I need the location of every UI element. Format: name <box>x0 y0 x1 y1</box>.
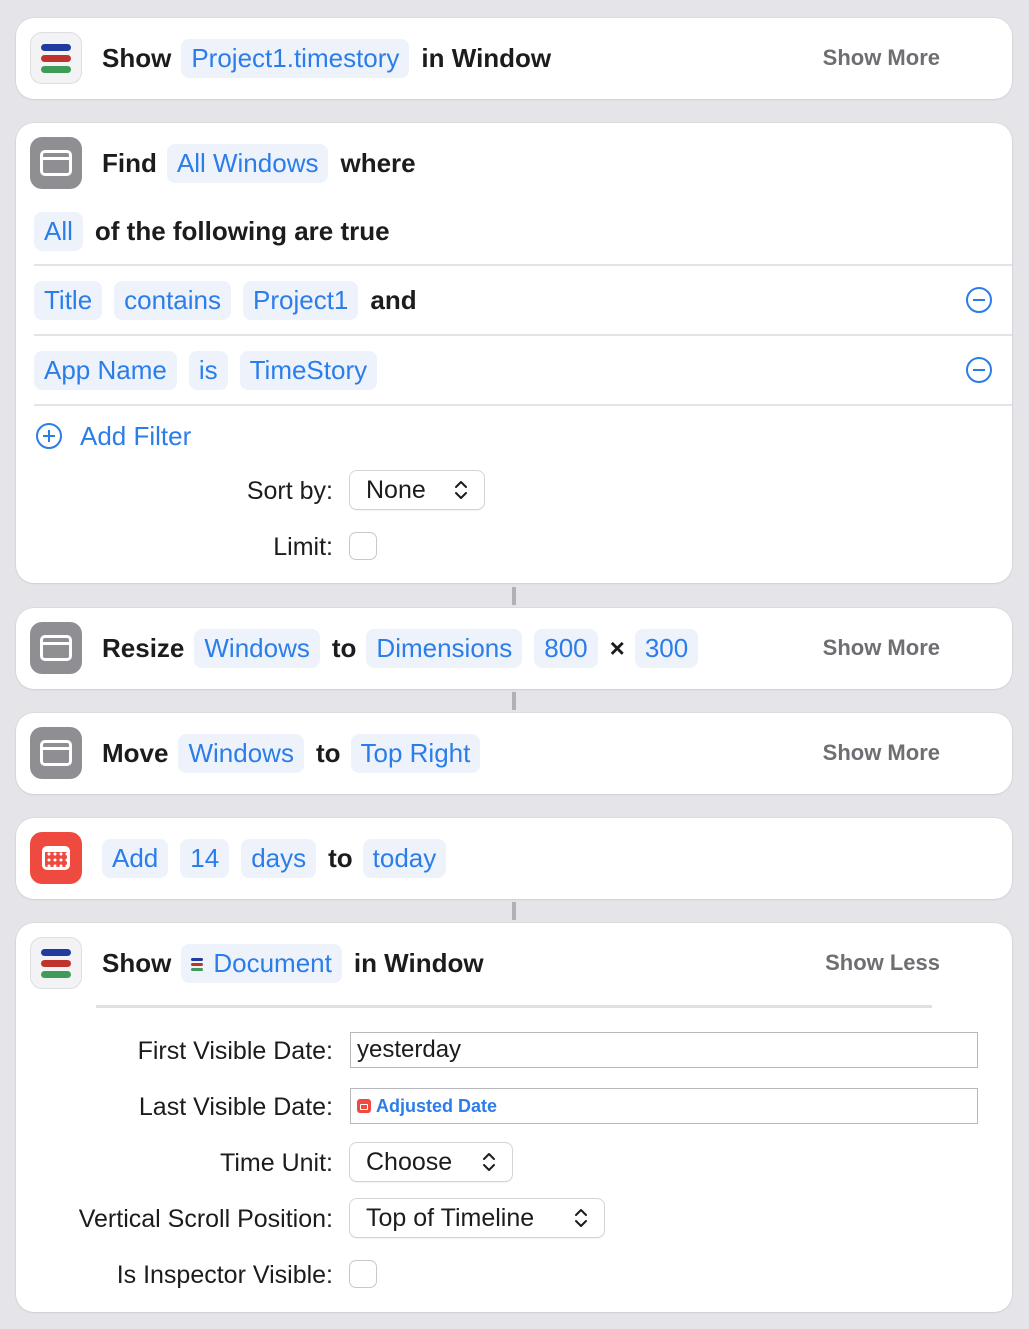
divider <box>34 404 1012 406</box>
document-variable-token[interactable]: Document <box>181 943 342 983</box>
filter-conjunction: and <box>370 284 417 315</box>
filter-value-token[interactable]: Project1 <box>243 280 359 320</box>
width-token[interactable]: 800 <box>534 628 598 668</box>
height-token[interactable]: 300 <box>634 628 699 668</box>
window-icon <box>30 622 82 674</box>
vertical-scroll-position-value: Top of Timeline <box>366 1203 535 1232</box>
timestory-app-icon <box>30 937 82 989</box>
adjusted-date-label: Adjusted Date <box>376 1095 498 1116</box>
section-divider <box>96 1005 932 1008</box>
action-move-windows-card: Move Windows to Top Right Show More <box>16 713 1012 794</box>
show-less-button[interactable]: Show Less <box>825 950 940 976</box>
filter-row: Title contains Project1 and <box>16 280 1012 320</box>
filter-value-token[interactable]: TimeStory <box>239 350 378 390</box>
show-more-button[interactable]: Show More <box>823 740 940 766</box>
action-verb: Find <box>102 147 157 178</box>
base-date-token[interactable]: today <box>362 838 447 878</box>
limit-checkbox[interactable] <box>349 532 377 560</box>
window-icon <box>30 727 82 779</box>
show-more-button[interactable]: Show More <box>823 45 940 71</box>
first-visible-date-value: yesterday <box>357 1036 462 1063</box>
connector-line <box>512 587 516 605</box>
action-find-windows-card: Find All Windows where All of the follow… <box>16 123 1012 583</box>
sort-by-popup[interactable]: None <box>349 470 485 510</box>
calendar-icon <box>30 832 82 884</box>
plus-circle-icon <box>36 423 62 449</box>
sort-by-label: Sort by: <box>246 477 333 505</box>
time-unit-popup[interactable]: Choose <box>349 1142 513 1182</box>
action-show-document-expanded-card: Show Document in Window Show Less First … <box>16 923 1012 1312</box>
action-resize-windows-card: Resize Windows to Dimensions 800 × 300 S… <box>16 608 1012 689</box>
time-unit-value: Choose <box>366 1147 453 1176</box>
vertical-scroll-position-popup[interactable]: Top of Timeline <box>349 1198 605 1238</box>
time-unit-label: Time Unit: <box>220 1149 333 1177</box>
first-visible-date-field[interactable]: yesterday <box>350 1032 978 1068</box>
show-more-button[interactable]: Show More <box>823 635 940 661</box>
document-variable-label: Document <box>213 947 332 978</box>
connector-line <box>512 902 516 920</box>
unit-token[interactable]: days <box>241 838 317 878</box>
target-token[interactable]: Windows <box>178 733 304 773</box>
add-filter-label: Add Filter <box>80 420 192 451</box>
action-verb: Show <box>102 42 172 73</box>
position-token[interactable]: Top Right <box>350 733 481 773</box>
chevron-up-down-icon <box>575 1209 587 1227</box>
to-label: to <box>331 632 357 663</box>
divider <box>34 334 1012 336</box>
calendar-mini-icon <box>357 1099 371 1113</box>
sort-by-value: None <box>366 475 426 504</box>
remove-filter-icon[interactable] <box>966 357 992 383</box>
last-visible-date-field[interactable]: Adjusted Date <box>350 1088 978 1124</box>
filter-operator-token[interactable]: is <box>188 350 228 390</box>
action-verb: Resize <box>102 632 185 663</box>
action-suffix: in Window <box>353 947 484 978</box>
action-show-document-card: Show Project1.timestory in Window Show M… <box>16 18 1012 99</box>
action-verb: Move <box>102 737 169 768</box>
inspector-visible-checkbox[interactable] <box>349 1260 377 1288</box>
filter-field-token[interactable]: Title <box>34 280 103 320</box>
filter-operator-token[interactable]: contains <box>114 280 231 320</box>
action-adjust-date-card: Add 14 days to today <box>16 818 1012 899</box>
target-token[interactable]: Windows <box>194 628 320 668</box>
document-token[interactable]: Project1.timestory <box>181 38 410 78</box>
limit-label: Limit: <box>273 533 333 561</box>
times-label: × <box>609 632 625 663</box>
target-token[interactable]: All Windows <box>166 143 329 183</box>
timestory-app-icon <box>30 32 82 84</box>
action-suffix: in Window <box>421 42 552 73</box>
to-label: to <box>328 842 353 873</box>
inspector-visible-label: Is Inspector Visible: <box>116 1261 333 1289</box>
mode-token[interactable]: Dimensions <box>366 628 523 668</box>
quantifier-token[interactable]: All <box>34 211 83 251</box>
remove-filter-icon[interactable] <box>966 287 992 313</box>
amount-token[interactable]: 14 <box>180 838 230 878</box>
divider <box>34 264 1012 266</box>
window-icon <box>30 137 82 189</box>
quantifier-suffix: of the following are true <box>94 215 390 246</box>
adjusted-date-variable[interactable]: Adjusted Date <box>357 1096 497 1117</box>
where-label: where <box>340 147 416 178</box>
filter-row: App Name is TimeStory <box>16 350 1012 390</box>
first-visible-date-label: First Visible Date: <box>137 1037 333 1065</box>
last-visible-date-label: Last Visible Date: <box>138 1093 333 1121</box>
chevron-up-down-icon <box>483 1153 495 1171</box>
action-verb: Show <box>102 947 172 978</box>
to-label: to <box>315 737 341 768</box>
vertical-scroll-position-label: Vertical Scroll Position: <box>78 1205 333 1233</box>
add-filter-button[interactable]: Add Filter <box>16 416 1012 456</box>
filter-field-token[interactable]: App Name <box>34 350 177 390</box>
operation-token[interactable]: Add <box>102 838 169 878</box>
connector-line <box>512 692 516 710</box>
chevron-up-down-icon <box>455 481 467 499</box>
timestory-mini-icon <box>191 958 204 972</box>
